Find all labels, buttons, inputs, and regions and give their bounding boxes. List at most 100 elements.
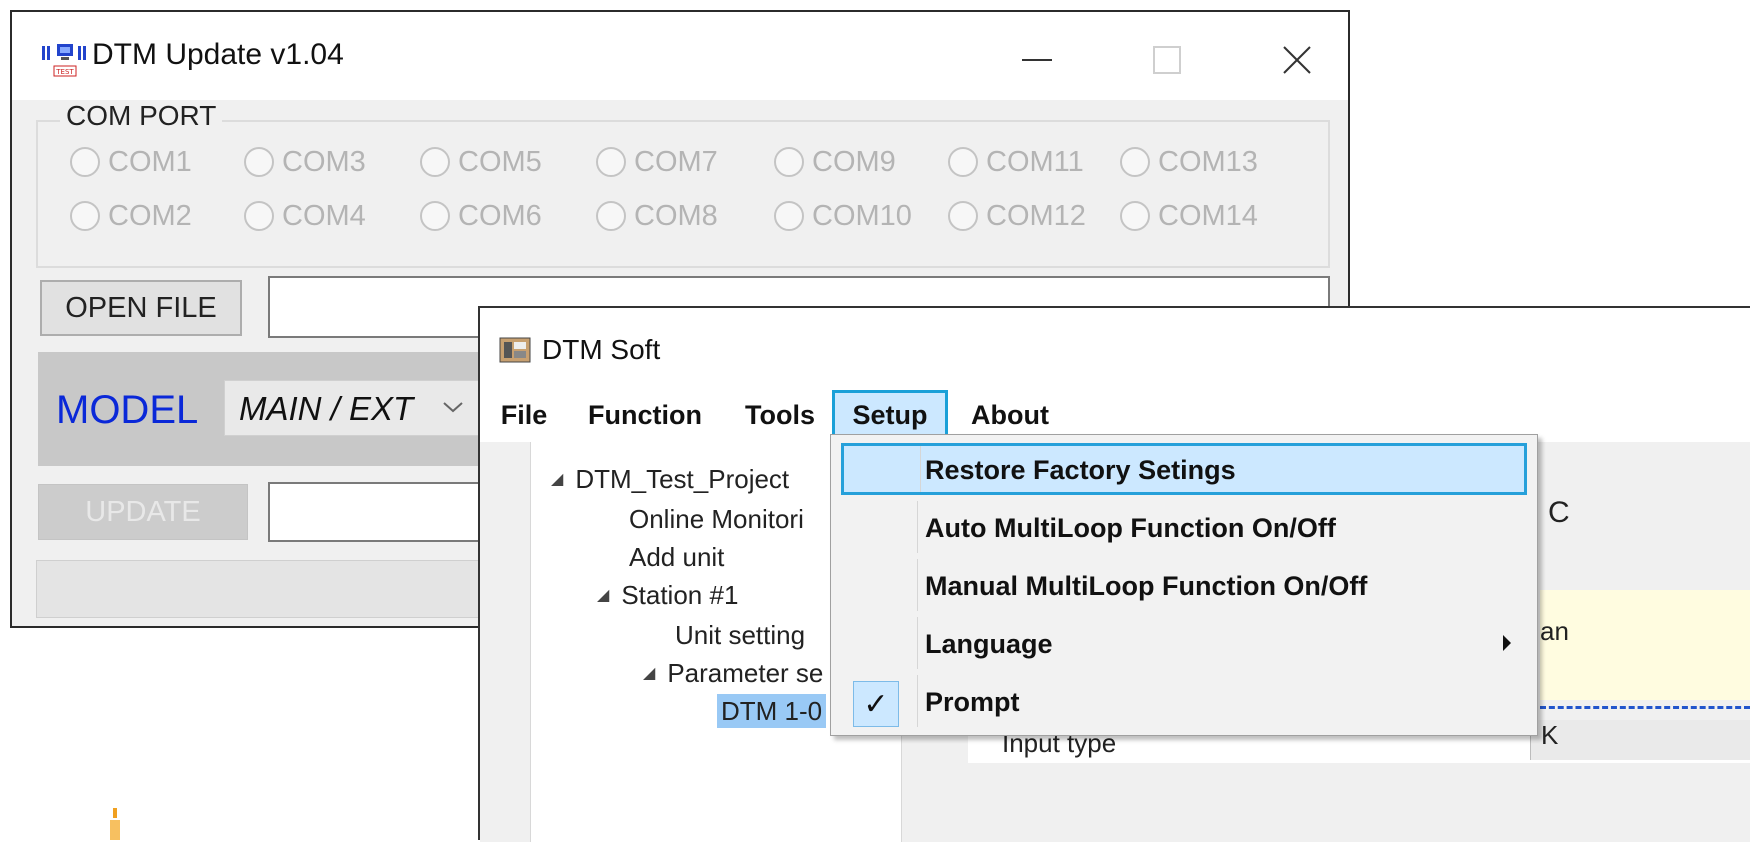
dtm-soft-app-icon: [499, 337, 531, 363]
com9-radio[interactable]: COM9: [774, 142, 896, 182]
radio-label: COM2: [108, 199, 192, 232]
update-window-title: DTM Update v1.04: [92, 38, 344, 71]
model-panel: MODEL MAIN / EXT: [38, 352, 498, 466]
menu-about[interactable]: About: [958, 392, 1062, 438]
com5-radio[interactable]: COM5: [420, 142, 542, 182]
menu-item-label: Manual MultiLoop Function On/Off: [925, 571, 1368, 601]
dtm-update-app-icon: TEST: [42, 44, 86, 77]
menu-gutter-separator: [917, 501, 918, 553]
checkmark-icon: ✓: [853, 681, 899, 727]
com8-radio[interactable]: COM8: [596, 196, 718, 236]
com12-radio[interactable]: COM12: [948, 196, 1086, 236]
update-title-bar[interactable]: TEST DTM Update v1.04: [12, 12, 1348, 100]
radio-label: COM6: [458, 199, 542, 232]
maximize-button[interactable]: [1122, 30, 1212, 90]
tree-item-dtm[interactable]: DTM 1-0: [717, 694, 827, 728]
right-panel-divider: [1540, 706, 1750, 709]
right-panel-partial-an: an: [1540, 616, 1569, 646]
expanded-triangle-icon: ◢: [597, 587, 610, 604]
menu-file[interactable]: File: [492, 392, 556, 438]
svg-text:TEST: TEST: [55, 68, 74, 76]
chevron-down-icon: [443, 402, 463, 413]
com1-radio[interactable]: COM1: [70, 142, 192, 182]
close-icon: [1283, 46, 1311, 74]
tree-item-station[interactable]: ◢ Station #1: [597, 580, 738, 611]
radio-label: COM8: [634, 199, 718, 232]
tree-item-add-unit[interactable]: Add unit: [629, 542, 724, 573]
radio-circle-icon: [948, 201, 978, 231]
radio-circle-icon: [244, 147, 274, 177]
menu-gutter-separator: [917, 559, 918, 611]
tree-item-project[interactable]: ◢ DTM_Test_Project: [551, 464, 789, 495]
tree-label: DTM_Test_Project: [575, 464, 790, 494]
tree-label: Station #1: [621, 580, 739, 610]
maximize-icon: [1153, 46, 1181, 74]
radio-label: COM9: [812, 145, 896, 178]
menu-item-manual-multiloop[interactable]: Manual MultiLoop Function On/Off: [841, 559, 1527, 611]
com11-radio[interactable]: COM11: [948, 142, 1084, 182]
com7-radio[interactable]: COM7: [596, 142, 718, 182]
radio-circle-icon: [948, 147, 978, 177]
radio-label: COM10: [812, 199, 912, 232]
menu-item-label: Auto MultiLoop Function On/Off: [925, 513, 1336, 543]
com14-radio[interactable]: COM14: [1120, 196, 1258, 236]
radio-label: COM13: [1158, 145, 1258, 178]
com3-radio[interactable]: COM3: [244, 142, 366, 182]
radio-label: COM4: [282, 199, 366, 232]
com2-radio[interactable]: COM2: [70, 196, 192, 236]
menu-gutter-separator: [917, 675, 918, 727]
menu-function[interactable]: Function: [578, 392, 712, 438]
menu-tools[interactable]: Tools: [734, 392, 826, 438]
com10-radio[interactable]: COM10: [774, 196, 912, 236]
menu-item-language[interactable]: Language: [841, 617, 1527, 669]
radio-circle-icon: [596, 147, 626, 177]
menu-item-restore-factory-settings[interactable]: Restore Factory Setings: [841, 443, 1527, 495]
radio-circle-icon: [70, 147, 100, 177]
submenu-arrow-icon: [1503, 635, 1511, 651]
radio-label: COM1: [108, 145, 192, 178]
menu-gutter-separator: [920, 446, 921, 492]
com6-radio[interactable]: COM6: [420, 196, 542, 236]
status-bar: [36, 560, 536, 618]
radio-label: COM14: [1158, 199, 1258, 232]
setup-dropdown-menu: Restore Factory Setings Auto MultiLoop F…: [830, 434, 1538, 736]
radio-circle-icon: [420, 147, 450, 177]
model-select-value: MAIN / EXT: [239, 390, 414, 427]
radio-circle-icon: [1120, 201, 1150, 231]
tree-item-parameter-setting[interactable]: ◢ Parameter se: [643, 658, 823, 689]
model-select[interactable]: MAIN / EXT: [224, 380, 484, 436]
radio-circle-icon: [70, 201, 100, 231]
orange-decoration-icon: [110, 808, 120, 840]
radio-circle-icon: [774, 147, 804, 177]
radio-label: COM7: [634, 145, 718, 178]
menu-item-prompt[interactable]: ✓ Prompt: [841, 675, 1527, 727]
expanded-triangle-icon: ◢: [551, 471, 564, 488]
radio-label: COM12: [986, 199, 1086, 232]
radio-label: COM3: [282, 145, 366, 178]
radio-circle-icon: [596, 201, 626, 231]
input-type-value[interactable]: K: [1530, 720, 1750, 760]
update-button[interactable]: UPDATE: [38, 484, 248, 540]
right-panel-partial-c: C: [1548, 496, 1570, 529]
radio-circle-icon: [774, 201, 804, 231]
model-label: MODEL: [56, 388, 199, 432]
right-panel-notice: [1540, 590, 1750, 700]
soft-window-title: DTM Soft: [542, 334, 661, 365]
tree-item-online-monitoring[interactable]: Online Monitori: [629, 504, 804, 535]
menu-item-label: Restore Factory Setings: [925, 455, 1236, 485]
com4-radio[interactable]: COM4: [244, 196, 366, 236]
open-file-button[interactable]: OPEN FILE: [40, 280, 242, 336]
minimize-button[interactable]: [992, 30, 1082, 90]
tree-label: Parameter se: [667, 658, 824, 688]
menu-item-label: Language: [925, 629, 1053, 659]
close-button[interactable]: [1252, 30, 1342, 90]
radio-circle-icon: [420, 201, 450, 231]
menu-gutter-separator: [917, 617, 918, 669]
radio-label: COM11: [986, 145, 1084, 178]
com13-radio[interactable]: COM13: [1120, 142, 1258, 182]
radio-label: COM5: [458, 145, 542, 178]
menu-item-auto-multiloop[interactable]: Auto MultiLoop Function On/Off: [841, 501, 1527, 553]
radio-circle-icon: [1120, 147, 1150, 177]
tree-item-unit-setting[interactable]: Unit setting: [675, 620, 805, 651]
menu-setup[interactable]: Setup: [832, 390, 948, 440]
